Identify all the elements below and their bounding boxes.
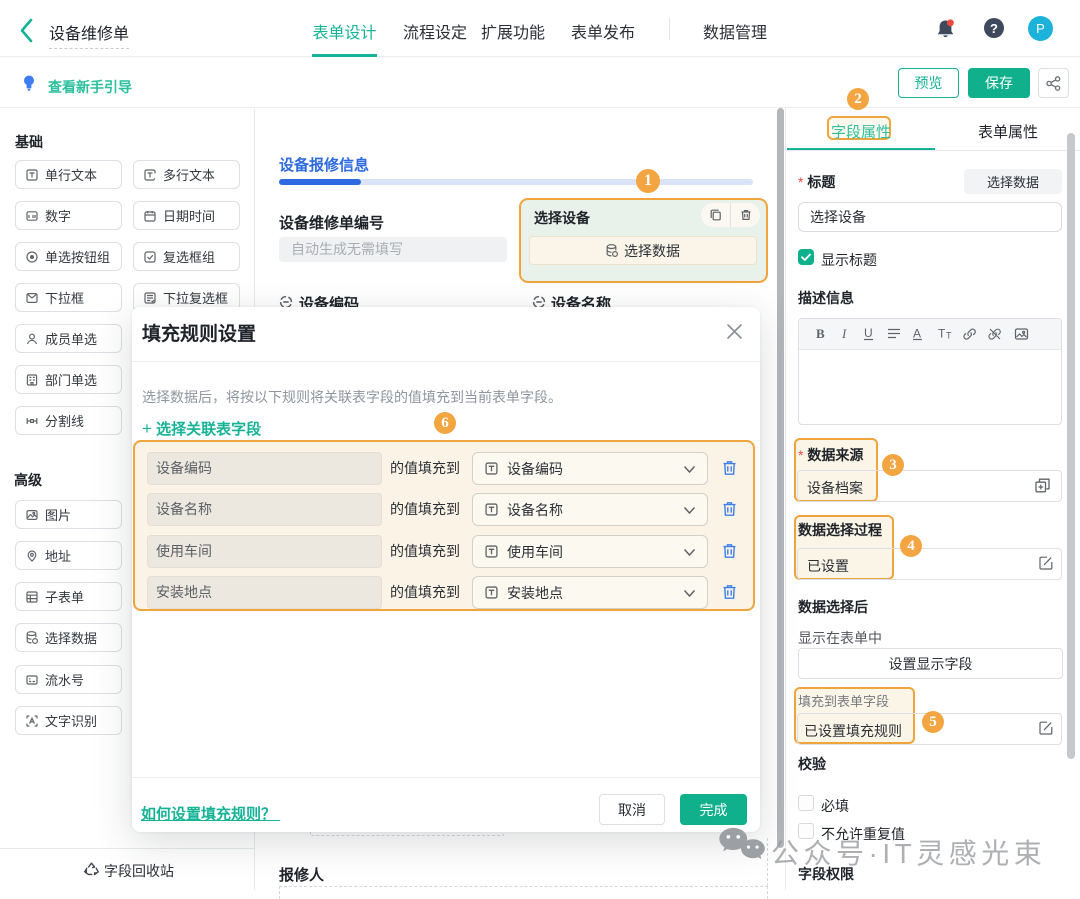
svg-text:U: U <box>864 326 873 340</box>
svg-text:T: T <box>938 327 946 341</box>
svg-text:T: T <box>946 331 952 341</box>
svg-text:I: I <box>841 326 847 341</box>
svg-text:A: A <box>913 327 921 341</box>
svg-text:B: B <box>816 326 825 341</box>
